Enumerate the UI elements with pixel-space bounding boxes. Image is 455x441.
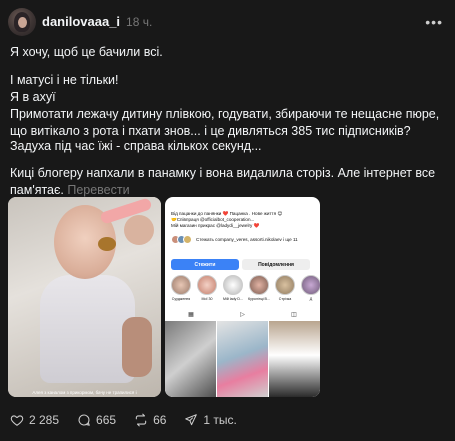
highlight-item: Мій lady D... (221, 275, 245, 301)
heart-icon (10, 415, 24, 426)
highlight-item: Д (299, 275, 320, 301)
grid-thumbnail (165, 321, 216, 397)
repost-count: 66 (153, 413, 167, 427)
post-image-profile-screenshot[interactable]: Від пацанки до панянки ❤️ Пацанка . Нове… (165, 197, 320, 397)
more-options-icon[interactable]: ••• (425, 14, 443, 30)
follower-avatars (171, 235, 192, 244)
post-text-line: І матусі і не тільки! (10, 73, 119, 87)
profile-tabs: ▦ ▷ ◫ (165, 309, 320, 319)
post-text-paragraph-1: Я хочу, щоб це бачили всі. (10, 45, 163, 59)
post-time: 18 ч. (126, 15, 153, 29)
share-count: 1 тыс. (203, 413, 237, 427)
profile-post-grid (165, 321, 320, 397)
followed-by: Стежать company_veres, assorti.nikolaev … (171, 235, 301, 244)
profile-bio-line: Мій магазин прикрас @ladydi__jewelry ❤️ (171, 223, 260, 228)
repost-icon (135, 413, 147, 427)
post-text-paragraph-3: Задуха під час їжі - справа кількох секу… (10, 139, 262, 153)
image-caption: Алея з каналом з прикормом, бачу не трап… (32, 390, 137, 395)
comment-count: 665 (96, 413, 117, 427)
highlight-item: Куролінці В... (247, 275, 271, 301)
follow-button: Стежити (171, 259, 239, 270)
grid-thumbnail (269, 321, 320, 397)
repost-button[interactable]: 66 (134, 413, 166, 427)
post-header: danilovaaa_i 18 ч. (42, 14, 152, 29)
post-card: danilovaaa_i 18 ч. ••• Я хочу, щоб це ба… (0, 0, 455, 441)
send-icon (185, 414, 198, 426)
tagged-icon: ◫ (291, 311, 297, 318)
reels-icon: ▷ (240, 311, 245, 318)
highlight-item: Мої 30 (195, 275, 219, 301)
highlight-item: Суудження (169, 275, 193, 301)
post-text-paragraph-4: Киці блогеру напхали в панамку і вона ви… (10, 165, 442, 199)
comment-icon (78, 414, 90, 426)
grid-thumbnail (217, 321, 268, 397)
highlight-item: Стрічка (273, 275, 297, 301)
share-button[interactable]: 1 тыс. (184, 413, 237, 427)
story-highlights: Суудження Мої 30 Мій lady D... Куролінці… (169, 275, 320, 301)
post-actions: 2 285 665 66 1 тыс. (10, 413, 237, 427)
grid-icon: ▦ (188, 311, 194, 318)
post-image-baby[interactable]: Алея з каналом з прикормом, бачу не трап… (8, 197, 161, 397)
avatar[interactable] (8, 8, 36, 36)
followed-by-text: Стежать company_veres, assorti.nikolaev … (196, 236, 298, 242)
post-text-paragraph-2: І матусі і не тільки! Я в ахуї Примотати… (10, 72, 442, 140)
post-text-line: Примотати лежачу дитину плівкою, годуват… (10, 107, 440, 138)
like-count: 2 285 (29, 413, 60, 427)
message-button: Повідомлення (242, 259, 310, 270)
username[interactable]: danilovaaa_i (42, 14, 120, 29)
translate-link[interactable]: Перевести (67, 183, 129, 197)
like-button[interactable]: 2 285 (10, 413, 59, 427)
post-text-line: Я в ахуї (10, 90, 56, 104)
comment-button[interactable]: 665 (77, 413, 116, 427)
